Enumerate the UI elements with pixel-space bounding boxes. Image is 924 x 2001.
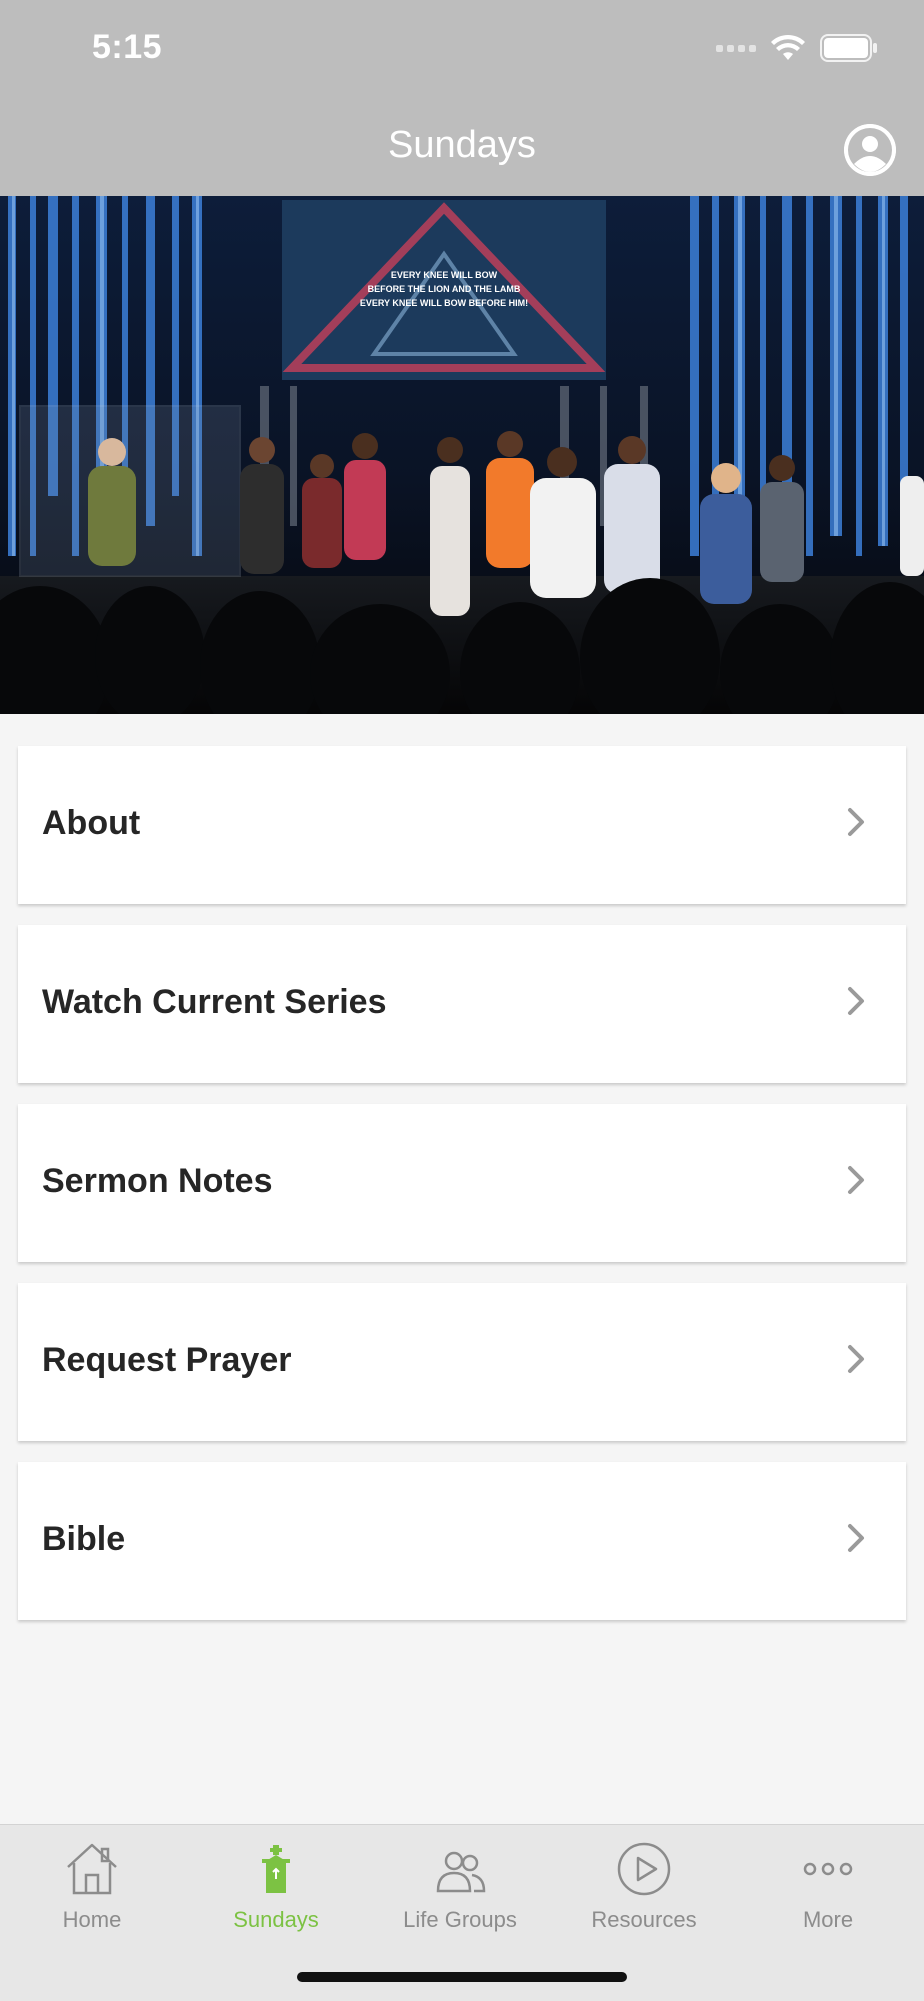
menu-item-watch-current-series[interactable]: Watch Current Series bbox=[18, 925, 906, 1083]
status-bar: 5:15 bbox=[0, 0, 924, 100]
chevron-right-icon bbox=[848, 1345, 864, 1373]
menu-item-sermon-notes[interactable]: Sermon Notes bbox=[18, 1104, 906, 1262]
chevron-right-icon bbox=[848, 1166, 864, 1194]
tab-label: Sundays bbox=[233, 1907, 319, 1932]
church-icon bbox=[262, 1845, 290, 1893]
hero-screen-line-2: BEFORE THE LION AND THE LAMB bbox=[368, 284, 521, 294]
tab-label: Resources bbox=[591, 1907, 697, 1932]
chevron-right-icon bbox=[848, 987, 864, 1015]
menu-item-about[interactable]: About bbox=[18, 746, 906, 904]
tab-more[interactable]: More bbox=[736, 1825, 920, 1945]
profile-button[interactable] bbox=[844, 124, 896, 176]
home-indicator bbox=[297, 1972, 627, 1982]
house-icon bbox=[67, 1843, 117, 1895]
hero-screen-line-3: EVERY KNEE WILL BOW BEFORE HIM! bbox=[360, 298, 528, 308]
menu-item-label: Request Prayer bbox=[42, 1341, 292, 1379]
status-icons bbox=[716, 34, 878, 62]
play-circle-icon bbox=[617, 1842, 671, 1896]
nav-bar: Sundays bbox=[0, 100, 924, 196]
battery-icon bbox=[820, 34, 877, 62]
menu-item-label: Bible bbox=[42, 1520, 126, 1558]
status-time: 5:15 bbox=[92, 28, 163, 66]
tab-resources[interactable]: Resources bbox=[552, 1825, 736, 1945]
profile-icon bbox=[844, 124, 896, 176]
wifi-icon bbox=[771, 34, 805, 60]
tab-label: Life Groups bbox=[403, 1907, 517, 1932]
people-icon bbox=[436, 1851, 486, 1893]
menu-item-label: About bbox=[42, 804, 141, 842]
menu-item-label: Sermon Notes bbox=[42, 1162, 273, 1200]
chevron-right-icon bbox=[848, 1524, 864, 1552]
tab-label: Home bbox=[62, 1907, 122, 1932]
dots-icon bbox=[803, 1862, 853, 1876]
menu-item-label: Watch Current Series bbox=[42, 983, 387, 1021]
tab-life-groups[interactable]: Life Groups bbox=[368, 1825, 552, 1945]
menu-item-bible[interactable]: Bible bbox=[18, 1462, 906, 1620]
menu-list: About Watch Current Series Sermon Notes … bbox=[18, 746, 906, 1641]
hero-image: EVERY KNEE WILL BOW BEFORE THE LION AND … bbox=[0, 196, 924, 714]
chevron-right-icon bbox=[848, 808, 864, 836]
tab-sundays[interactable]: Sundays bbox=[184, 1825, 368, 1945]
page-title: Sundays bbox=[388, 124, 536, 166]
tab-home[interactable]: Home bbox=[0, 1825, 184, 1945]
tab-label: More bbox=[802, 1907, 854, 1932]
menu-item-request-prayer[interactable]: Request Prayer bbox=[18, 1283, 906, 1441]
hero-screen-line-1: EVERY KNEE WILL BOW bbox=[391, 270, 498, 280]
signal-icon bbox=[716, 44, 756, 52]
